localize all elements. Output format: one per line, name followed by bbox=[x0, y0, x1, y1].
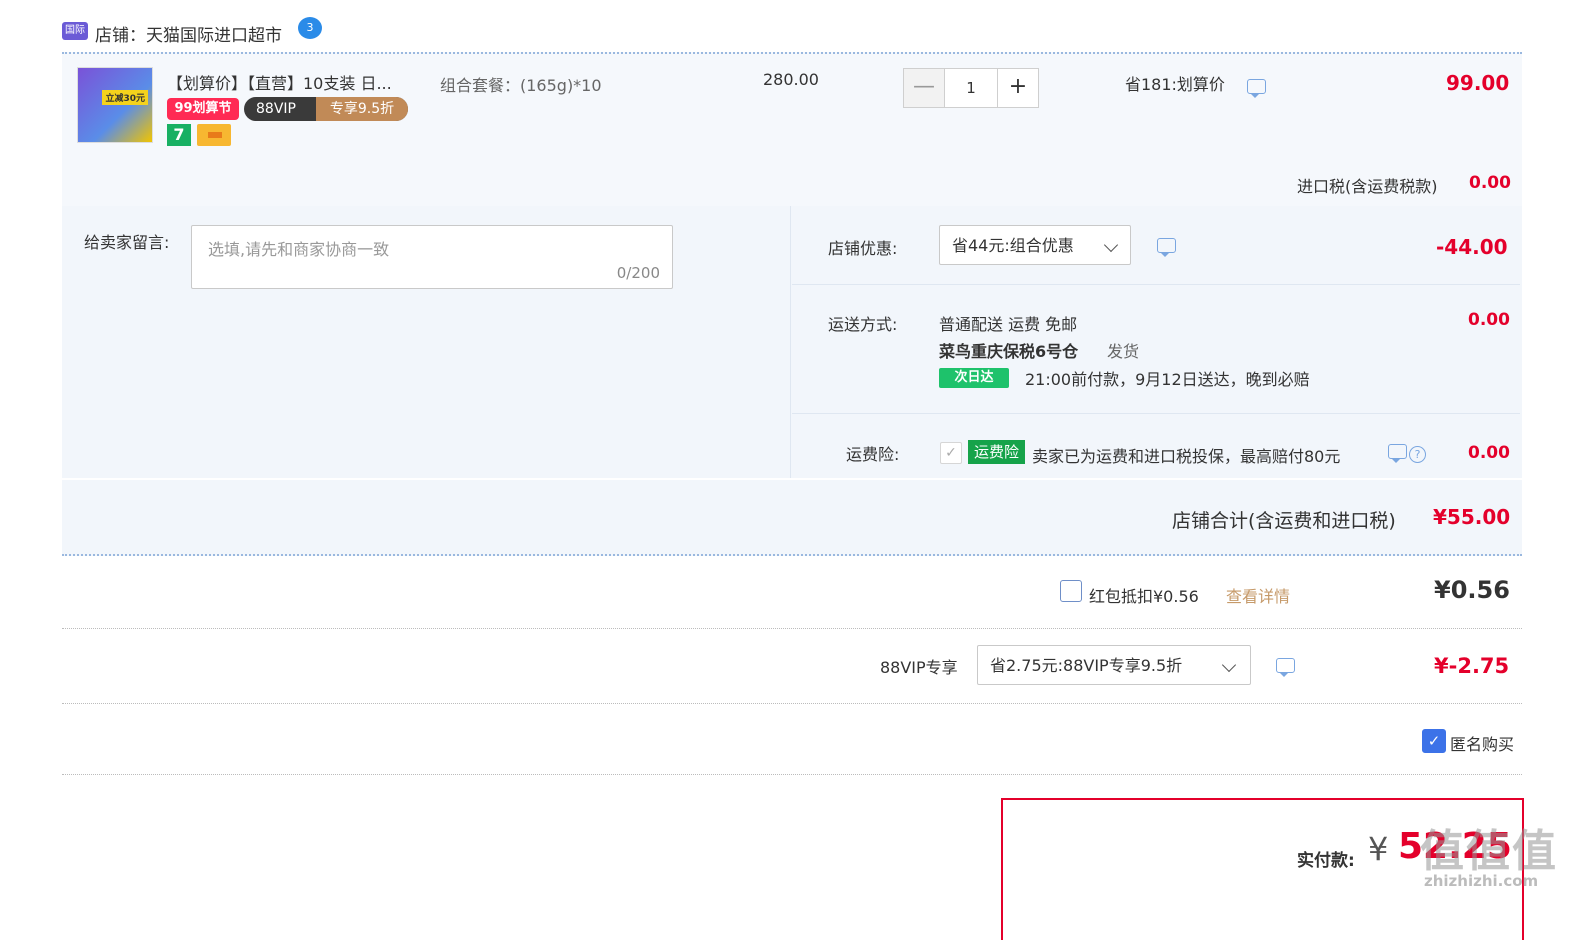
chevron-down-icon bbox=[1103, 237, 1119, 253]
sale-festival-badge: 99划算节 bbox=[167, 98, 239, 120]
vip-chat-icon[interactable] bbox=[1276, 658, 1295, 677]
discount-chat-icon[interactable] bbox=[1157, 238, 1176, 257]
quantity-input[interactable]: 1 bbox=[945, 68, 997, 108]
seller-message-label: 给卖家留言: bbox=[84, 233, 170, 252]
shipping-warehouse: 菜鸟重庆保税6号仓 bbox=[939, 342, 1079, 361]
insurance-tag: 运费险 bbox=[968, 440, 1025, 464]
red-packet-value: ¥0.56 bbox=[1434, 576, 1510, 604]
store-discount-value: -44.00 bbox=[1436, 235, 1508, 259]
watermark-url: zhizhizhi.com bbox=[1424, 872, 1539, 890]
vip-label: 88VIP专享 bbox=[880, 658, 958, 677]
vip-badge-left: 88VIP bbox=[256, 101, 296, 117]
vip-discount-select[interactable]: 省2.75元:88VIP专享9.5折 bbox=[977, 645, 1251, 685]
thumb-promo-tag: 立减30元 bbox=[102, 90, 148, 105]
divider bbox=[792, 413, 1520, 414]
product-spec: 组合套餐：(165g)*10 bbox=[440, 76, 602, 95]
shipping-value: 0.00 bbox=[1468, 310, 1510, 330]
divider bbox=[62, 628, 1522, 629]
insurance-label: 运费险: bbox=[846, 445, 900, 464]
divider bbox=[792, 284, 1520, 285]
seller-message-input[interactable] bbox=[192, 226, 672, 286]
vip-badge-right: 专享9.5折 bbox=[316, 97, 408, 121]
quantity-stepper: — 1 + bbox=[903, 68, 1039, 108]
store-discount-select[interactable]: 省44元:组合优惠 bbox=[939, 225, 1131, 265]
payment-currency: ¥ bbox=[1368, 830, 1389, 868]
store-total-label: 店铺合计(含运费和进口税) bbox=[1172, 510, 1396, 532]
store-intl-badge: 国际 bbox=[62, 22, 88, 40]
seller-message-box: 0/200 bbox=[191, 225, 673, 289]
credit-card-icon bbox=[197, 124, 231, 146]
shipping-ship-text: 发货 bbox=[1107, 342, 1140, 361]
vip-selected: 省2.75元:88VIP专享9.5折 bbox=[990, 656, 1183, 675]
next-day-badge: 次日达 bbox=[939, 368, 1009, 388]
unit-price: 280.00 bbox=[763, 70, 819, 89]
promo-chat-icon[interactable] bbox=[1247, 79, 1266, 98]
help-icon[interactable]: ? bbox=[1409, 443, 1426, 463]
divider bbox=[62, 774, 1522, 775]
store-discount-label: 店铺优惠: bbox=[828, 239, 898, 258]
red-packet-details-link[interactable]: 查看详情 bbox=[1226, 583, 1290, 607]
item-final-price: 99.00 bbox=[1446, 71, 1510, 95]
product-title-link[interactable]: 【划算价】【直营】10支装 日... bbox=[167, 70, 392, 94]
quantity-increase-button[interactable]: + bbox=[997, 68, 1039, 108]
payment-label: 实付款: bbox=[1297, 851, 1355, 871]
store-name[interactable]: 店铺：天猫国际进口超市 bbox=[95, 21, 282, 46]
insurance-value: 0.00 bbox=[1468, 443, 1510, 463]
red-packet-checkbox[interactable] bbox=[1060, 580, 1082, 602]
product-thumbnail[interactable]: 立减30元 bbox=[77, 67, 153, 143]
insurance-chat-icon[interactable] bbox=[1388, 444, 1407, 463]
wangwang-chat-icon[interactable]: 3 bbox=[298, 17, 322, 39]
store-total-value: ¥55.00 bbox=[1433, 505, 1511, 529]
watermark: 值值值 bbox=[1420, 826, 1558, 877]
shipping-eta: 21:00前付款，9月12日送达，晚到必赔 bbox=[1025, 370, 1310, 389]
anonymous-checkbox[interactable]: ✓ bbox=[1422, 729, 1446, 753]
import-tax-label: 进口税(含运费税款) bbox=[1297, 177, 1438, 196]
vip-discount-badge: 88VIP 专享9.5折 bbox=[244, 97, 408, 121]
item-promo[interactable]: 省181:划算价 bbox=[1125, 71, 1225, 95]
red-packet-label: 红包抵扣¥0.56 bbox=[1089, 587, 1199, 606]
shipping-label: 运送方式: bbox=[828, 315, 898, 334]
shipping-method: 普通配送 运费 免邮 bbox=[939, 315, 1078, 334]
anonymous-label: 匿名购买 bbox=[1450, 735, 1515, 754]
chevron-down-icon bbox=[1221, 657, 1237, 673]
message-char-counter: 0/200 bbox=[616, 264, 660, 282]
import-tax-value: 0.00 bbox=[1469, 173, 1511, 193]
vip-discount-value: ¥-2.75 bbox=[1434, 654, 1510, 678]
store-discount-selected: 省44元:组合优惠 bbox=[952, 236, 1074, 255]
divider bbox=[62, 703, 1522, 704]
quantity-decrease-button[interactable]: — bbox=[903, 68, 945, 108]
insurance-desc: 卖家已为运费和进口税投保，最高赔付80元 bbox=[1032, 447, 1341, 466]
insurance-checkbox[interactable]: ✓ bbox=[940, 442, 962, 464]
help-icon-glyph: ? bbox=[1409, 446, 1426, 463]
seven-day-return-icon: 7 bbox=[167, 124, 191, 146]
